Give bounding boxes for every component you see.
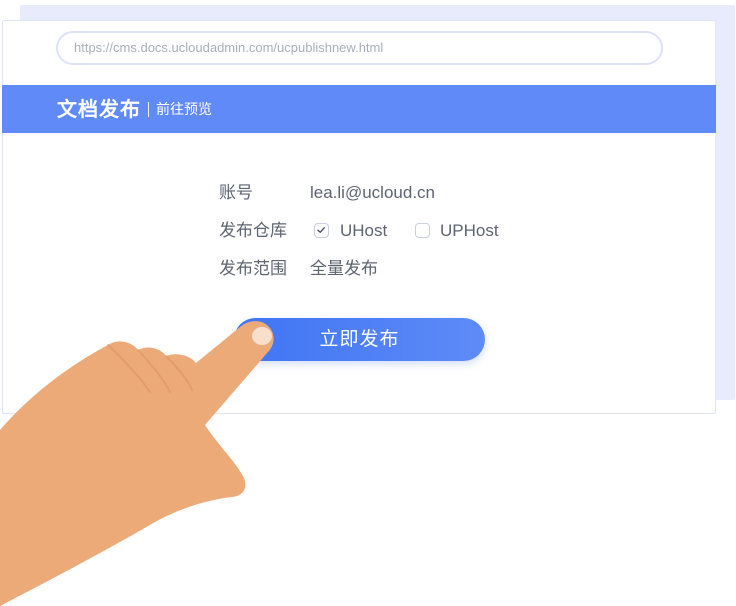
preview-link[interactable]: 前往预览 bbox=[156, 101, 212, 119]
uhost-option-label[interactable]: UHost bbox=[340, 220, 387, 242]
page-title: 文档发布 bbox=[57, 97, 141, 121]
uphost-checkbox[interactable] bbox=[415, 223, 430, 238]
publish-button-label: 立即发布 bbox=[319, 328, 400, 350]
scope-value: 全量发布 bbox=[310, 259, 378, 278]
checkmark-icon bbox=[317, 227, 325, 233]
title-divider bbox=[148, 102, 149, 117]
address-bar[interactable]: https://cms.docs.ucloudadmin.com/ucpubli… bbox=[56, 31, 663, 65]
uhost-checkbox[interactable] bbox=[314, 223, 329, 238]
repository-label: 发布仓库 bbox=[219, 221, 287, 241]
account-value: lea.li@ucloud.cn bbox=[310, 183, 435, 202]
scope-label: 发布范围 bbox=[219, 259, 287, 279]
uphost-option-label[interactable]: UPHost bbox=[440, 220, 499, 242]
account-label: 账号 bbox=[219, 183, 253, 203]
header-bar: 文档发布 前往预览 bbox=[2, 85, 716, 133]
publish-now-button[interactable]: 立即发布 bbox=[234, 318, 485, 361]
